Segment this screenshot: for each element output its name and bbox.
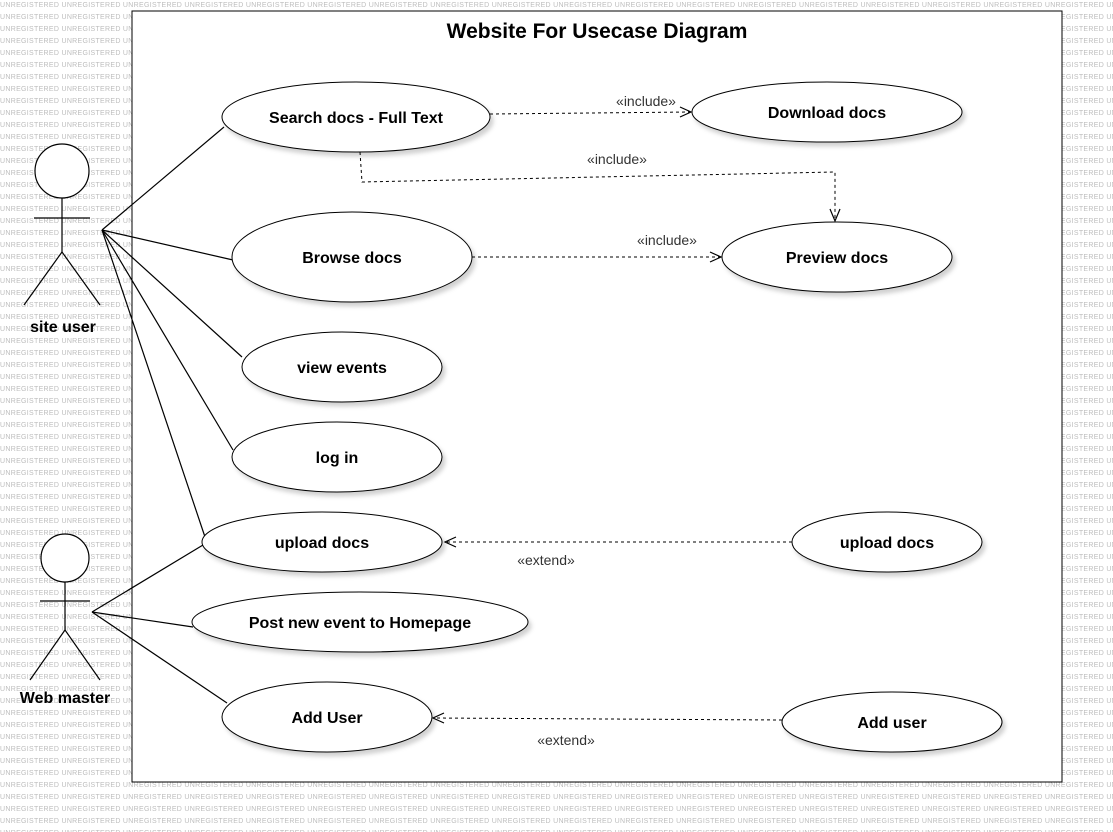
usecase-log-in-label: log in (316, 450, 359, 467)
usecase-add-user-extension-label: Add user (857, 715, 926, 732)
usecase-upload-docs-extension-label: upload docs (840, 535, 934, 552)
usecase-browse-docs-label: Browse docs (302, 250, 402, 267)
usecase-diagram: Website For Usecase Diagram «include» «i… (20, 10, 1063, 783)
diagram-canvas: UNREGISTERED UNREGISTERED UNREGISTERED U… (0, 0, 1113, 832)
usecase-preview-docs[interactable]: Preview docs (721, 221, 953, 293)
usecase-post-event[interactable]: Post new event to Homepage (191, 591, 529, 653)
usecase-download-docs[interactable]: Download docs (691, 81, 963, 143)
usecase-add-user[interactable]: Add User (221, 681, 433, 753)
usecase-post-event-label: Post new event to Homepage (249, 615, 471, 632)
usecase-upload-docs[interactable]: upload docs (201, 511, 443, 573)
actor-web-master-right-leg (64, 629, 101, 681)
actor-site-user-head (34, 143, 90, 199)
actor-site-user-left-leg (23, 251, 63, 306)
extend-label-add-user: «extend» (537, 732, 595, 748)
usecase-upload-docs-label: upload docs (275, 535, 369, 552)
include-label-search-preview: «include» (587, 151, 647, 167)
include-label-browse-preview: «include» (637, 232, 697, 248)
actor-site-user[interactable] (23, 143, 101, 306)
usecase-search-docs-label: Search docs - Full Text (269, 110, 444, 127)
actor-web-master-head (40, 533, 90, 583)
usecase-add-user-label: Add User (291, 710, 362, 727)
usecase-search-docs[interactable]: Search docs - Full Text (221, 81, 491, 153)
actor-web-master[interactable] (29, 533, 101, 681)
actor-site-user-label: site user (30, 319, 96, 336)
actor-site-user-right-leg (61, 251, 101, 306)
extend-label-upload: «extend» (517, 552, 575, 568)
usecase-view-events[interactable]: view events (241, 331, 443, 403)
usecase-upload-docs-extension[interactable]: upload docs (791, 511, 983, 573)
usecase-preview-docs-label: Preview docs (786, 250, 888, 267)
usecase-log-in[interactable]: log in (231, 421, 443, 493)
usecase-view-events-label: view events (297, 360, 387, 377)
actor-web-master-label: Web master (20, 690, 110, 707)
usecase-download-docs-label: Download docs (768, 105, 886, 122)
actor-web-master-left-leg (29, 629, 66, 681)
usecase-add-user-extension[interactable]: Add user (781, 691, 1003, 753)
diagram-title: Website For Usecase Diagram (447, 20, 748, 43)
include-label-download: «include» (616, 93, 676, 109)
usecase-browse-docs[interactable]: Browse docs (231, 211, 473, 303)
